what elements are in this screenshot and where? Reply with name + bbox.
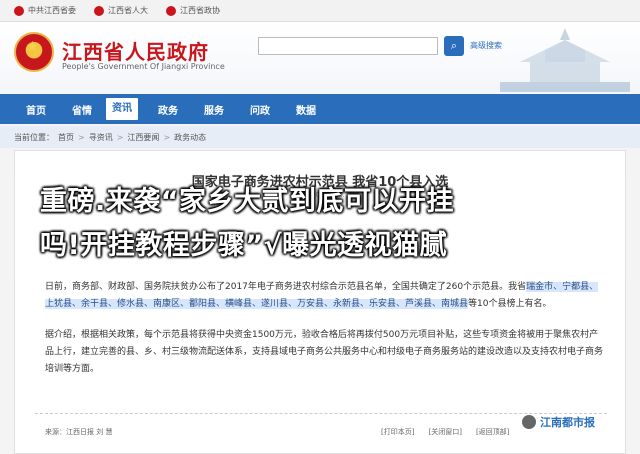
breadcrumb-separator: > [116,132,124,142]
main-nav: 首页 省情 资讯 政务 服务 问政 数据 [0,94,640,124]
party-emblem-icon [14,5,24,16]
print-page-link[interactable]: [打印本页] [381,427,414,437]
congress-emblem-icon [94,5,104,16]
watermark: 江南都市报 [522,414,595,430]
wechat-icon [522,415,536,429]
nav-item-home[interactable]: 首页 [14,102,60,117]
nav-item-province[interactable]: 省情 [60,102,106,117]
overlay-headline: 重磅.来袭“家乡大贰到底可以开挂 吗!开挂教程步骤”√曝光透视猫腻 [40,180,600,268]
site-header: ★ 江西省人民政府 People's Government Of Jiangxi… [0,22,640,94]
article-source: 来源：江西日报 刘 慧 [45,428,113,436]
overlay-line-2: 吗!开挂教程步骤”√曝光透视猫腻 [40,230,448,261]
nav-item-inquiry[interactable]: 问政 [238,102,284,117]
article-tools: [打印本页] [关闭窗口] [返回顶部] [381,427,509,437]
topbar-link-label[interactable]: 中共江西省委 [28,5,76,16]
nav-item-news[interactable]: 资讯 [106,98,138,120]
breadcrumb-label: 当前位置： [14,132,54,142]
top-links-bar: 中共江西省委 江西省人大 江西省政协 [0,0,640,22]
breadcrumb-separator: > [78,132,85,142]
topbar-link-congress[interactable]: 江西省人大 [94,5,148,16]
topbar-link-label[interactable]: 江西省政协 [180,5,220,16]
national-emblem-icon: ★ [14,32,54,72]
article-paragraph-2: 据介绍，根据相关政策，每个示范县将获得中央资金1500万元，验收合格后将再拨付5… [45,330,604,374]
breadcrumb-item-news[interactable]: 寻资讯 [89,132,113,143]
site-subtitle: People's Government Of Jiangxi Province [62,62,225,71]
nav-item-government[interactable]: 政务 [146,102,192,117]
site-title[interactable]: 江西省人民政府 [62,36,209,65]
search-input[interactable] [258,37,438,55]
watermark-text: 江南都市报 [540,416,595,429]
breadcrumb-item-gov-news[interactable]: 政务动态 [174,132,206,143]
close-window-link[interactable]: [关闭窗口] [428,427,461,437]
topbar-link-cppcc[interactable]: 江西省政协 [166,5,220,16]
paragraph-text: 等10个县榜上有名。 [468,299,552,309]
breadcrumb-item-jiangxi[interactable]: 江西要闻 [127,132,159,143]
nav-item-services[interactable]: 服务 [192,102,238,117]
pavilion-skyline-icon [500,28,630,92]
breadcrumb: 当前位置： 首页 > 寻资讯 > 江西要闻 > 政务动态 [0,126,640,148]
paragraph-text: 日前，商务部、财政部、国务院扶贫办公布了2017年电子商务进农村综合示范县名单，… [45,282,527,292]
topbar-link-label[interactable]: 江西省人大 [108,5,148,16]
nav-item-data[interactable]: 数据 [284,102,330,117]
cppcc-emblem-icon [166,5,176,16]
topbar-link-party[interactable]: 中共江西省委 [14,5,76,16]
search-button[interactable]: ⌕ [444,36,464,56]
article-paragraph-1: 日前，商务部、财政部、国务院扶贫办公布了2017年电子商务进农村综合示范县名单，… [45,279,605,313]
breadcrumb-item-home[interactable]: 首页 [58,132,74,143]
back-to-top-link[interactable]: [返回顶部] [476,427,509,437]
overlay-line-1: 重磅.来袭“家乡大贰到底可以开挂 [40,186,455,217]
breadcrumb-separator: > [163,132,171,142]
search-icon: ⌕ [450,39,458,52]
